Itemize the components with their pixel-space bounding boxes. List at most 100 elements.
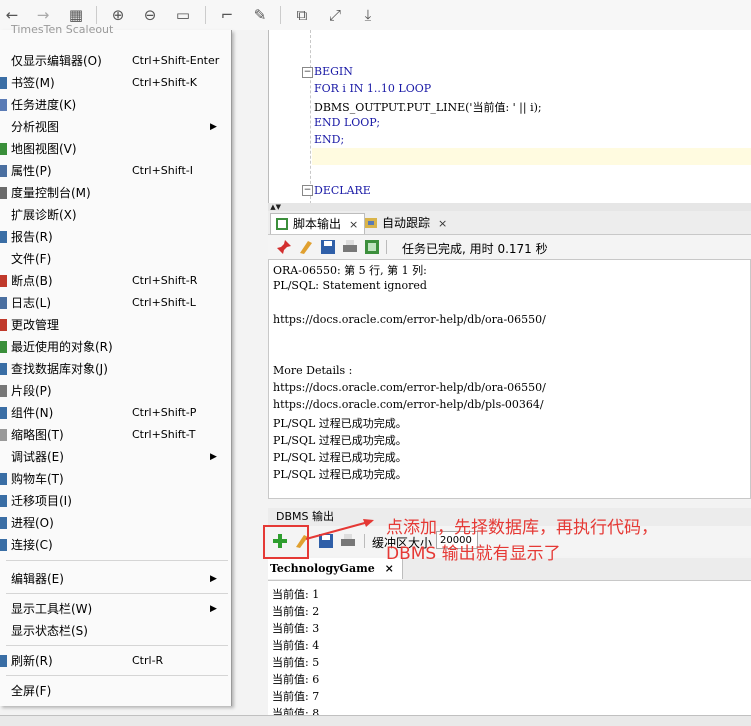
close-icon[interactable]: × bbox=[438, 217, 447, 230]
fold-toggle-icon[interactable]: − bbox=[302, 185, 313, 196]
menu-item-show-toolbars[interactable]: 显示工具栏(W) ▶ bbox=[0, 598, 231, 620]
dbms-line: 当前值: 6 bbox=[272, 673, 320, 686]
panel-splitter[interactable]: ▲▼ bbox=[268, 203, 751, 211]
dbms-line: 当前值: 5 bbox=[272, 656, 320, 669]
menu-item-processes[interactable]: 进程(O) bbox=[0, 512, 231, 534]
back-arrow-icon[interactable]: ← bbox=[2, 5, 22, 25]
menu-item-thumbnails[interactable]: 缩略图(T) Ctrl+Shift-T bbox=[0, 424, 231, 446]
output-line: https://docs.oracle.com/error-help/db/pl… bbox=[273, 398, 544, 411]
output-line: https://docs.oracle.com/error-help/db/or… bbox=[273, 381, 546, 394]
menu-separator bbox=[6, 593, 228, 594]
menu-faded-header: TimesTen Scaleout bbox=[11, 23, 114, 36]
menu-separator bbox=[6, 645, 228, 646]
search-icon bbox=[0, 363, 7, 375]
refresh-icon bbox=[0, 655, 7, 667]
component-icon bbox=[0, 407, 7, 419]
menu-item-metrics-console[interactable]: 度量控制台(M) bbox=[0, 182, 231, 204]
menu-item-recent-objects[interactable]: 最近使用的对象(R) bbox=[0, 336, 231, 358]
menu-item-editor-only[interactable]: 仅显示编辑器(O) Ctrl+Shift-Enter bbox=[0, 50, 231, 72]
fit-icon[interactable]: ▭ bbox=[173, 5, 193, 25]
tab-connection[interactable]: TechnologyGame × bbox=[268, 558, 403, 579]
code-line: FOR i IN 1..10 LOOP bbox=[314, 82, 432, 95]
menu-item-refresh[interactable]: 刷新(R) Ctrl-R bbox=[0, 650, 231, 672]
menu-item-change-management[interactable]: 更改管理 bbox=[0, 314, 231, 336]
menu-item-connections[interactable]: 连接(C) bbox=[0, 534, 231, 556]
menu-item-bookmarks[interactable]: 书签(M) Ctrl+Shift-K bbox=[0, 72, 231, 94]
progress-icon bbox=[0, 99, 7, 111]
menu-item-reports[interactable]: 报告(R) bbox=[0, 226, 231, 248]
code-line: BEGIN bbox=[314, 65, 353, 78]
tab-label: 脚本输出 bbox=[293, 217, 342, 231]
current-line-highlight bbox=[312, 148, 751, 165]
menu-item-breakpoints[interactable]: 断点(B) Ctrl+Shift-R bbox=[0, 270, 231, 292]
zoom-out-icon[interactable]: ⊖ bbox=[140, 5, 160, 25]
tab-label: TechnologyGame bbox=[270, 562, 375, 575]
bookmark-icon bbox=[0, 77, 7, 89]
tab-label: 自动跟踪 bbox=[382, 216, 431, 230]
script-output-icon bbox=[276, 218, 288, 230]
dbms-output-area[interactable]: 当前值: 1 当前值: 2 当前值: 3 当前值: 4 当前值: 5 当前值: … bbox=[268, 581, 751, 715]
code-line: DBMS_OUTPUT.PUT_LINE('当前值: ' || i); bbox=[314, 101, 542, 114]
menu-item-components[interactable]: 组件(N) Ctrl+Shift-P bbox=[0, 402, 231, 424]
dbms-line: 当前值: 3 bbox=[272, 622, 320, 635]
properties-icon bbox=[0, 165, 7, 177]
submenu-arrow-icon: ▶ bbox=[210, 122, 217, 132]
output-line: PL/SQL 过程已成功完成。 bbox=[273, 468, 407, 481]
output-line: PL/SQL 过程已成功完成。 bbox=[273, 434, 407, 447]
script-output-area[interactable]: ORA-06550: 第 5 行, 第 1 列: PL/SQL: Stateme… bbox=[268, 259, 751, 499]
menu-separator bbox=[6, 675, 228, 676]
print-icon[interactable] bbox=[342, 239, 358, 255]
menu-item-debugger[interactable]: 调试器(E) ▶ bbox=[0, 446, 231, 468]
menu-item-properties[interactable]: 属性(P) Ctrl+Shift-I bbox=[0, 160, 231, 182]
forward-arrow-icon[interactable]: → bbox=[33, 5, 53, 25]
menu-item-snippets[interactable]: 片段(P) bbox=[0, 380, 231, 402]
menu-item-find-db-object[interactable]: 查找数据库对象(J) bbox=[0, 358, 231, 380]
snippet-icon bbox=[0, 385, 7, 397]
menu-item-editors[interactable]: 编辑器(E) ▶ bbox=[0, 568, 231, 590]
expand-icon[interactable]: ⤢ bbox=[325, 5, 345, 25]
menu-item-show-statusbar[interactable]: 显示状态栏(S) bbox=[0, 620, 231, 642]
menu-item-migration-projects[interactable]: 迁移项目(I) bbox=[0, 490, 231, 512]
connection-icon bbox=[0, 539, 7, 551]
fold-toggle-icon[interactable]: − bbox=[302, 67, 313, 78]
crop-icon[interactable]: ⌐ bbox=[217, 5, 237, 25]
editor-gutter-guide bbox=[310, 30, 311, 204]
grid-icon[interactable]: ▦ bbox=[66, 5, 86, 25]
dbms-line: 当前值: 4 bbox=[272, 639, 320, 652]
metrics-icon bbox=[0, 187, 7, 199]
dbms-line: 当前值: 2 bbox=[272, 605, 320, 618]
script-output-toolbar: 任务已完成, 用时 0.171 秒 bbox=[268, 235, 751, 259]
menu-item-fullscreen[interactable]: 全屏(F) bbox=[0, 680, 231, 702]
annotation-text: 点添加，先择数据库，再执行代码， bbox=[386, 518, 658, 538]
save-icon[interactable] bbox=[320, 239, 336, 255]
cart-icon bbox=[0, 473, 7, 485]
status-bar bbox=[0, 715, 751, 726]
annotation-arrow bbox=[305, 519, 374, 540]
pin-icon[interactable] bbox=[276, 239, 292, 255]
migration-icon bbox=[0, 495, 7, 507]
copy-icon[interactable]: ⧉ bbox=[292, 5, 312, 25]
close-icon[interactable]: × bbox=[349, 218, 358, 231]
menu-item-analysis-view[interactable]: 分析视图 ▶ bbox=[0, 116, 231, 138]
output-line: PL/SQL 过程已成功完成。 bbox=[273, 417, 407, 430]
menu-separator bbox=[6, 560, 228, 561]
tab-autotrace[interactable]: 自动跟踪 × bbox=[360, 213, 453, 233]
code-line: END; bbox=[314, 133, 345, 146]
menu-item-files[interactable]: 文件(F) bbox=[0, 248, 231, 270]
menu-item-task-progress[interactable]: 任务进度(K) bbox=[0, 94, 231, 116]
menu-item-map-view[interactable]: 地图视图(V) bbox=[0, 138, 231, 160]
dbms-line: 当前值: 1 bbox=[272, 588, 320, 601]
output-line: PL/SQL: Statement ignored bbox=[273, 279, 427, 292]
zoom-in-icon[interactable]: ⊕ bbox=[108, 5, 128, 25]
output-tab-strip: 脚本输出 × 自动跟踪 × bbox=[268, 211, 751, 235]
export-icon[interactable] bbox=[364, 239, 380, 255]
output-line: https://docs.oracle.com/error-help/db/or… bbox=[273, 313, 546, 326]
download-icon[interactable]: ⤓ bbox=[358, 5, 378, 25]
menu-item-cart[interactable]: 购物车(T) bbox=[0, 468, 231, 490]
menu-item-extended-diagnostics[interactable]: 扩展诊断(X) bbox=[0, 204, 231, 226]
menu-item-log[interactable]: 日志(L) Ctrl+Shift-L bbox=[0, 292, 231, 314]
tab-script-output[interactable]: 脚本输出 × bbox=[270, 213, 366, 234]
log-icon bbox=[0, 297, 7, 309]
edit-icon[interactable]: ✎ bbox=[250, 5, 270, 25]
eraser-icon[interactable] bbox=[298, 239, 314, 255]
